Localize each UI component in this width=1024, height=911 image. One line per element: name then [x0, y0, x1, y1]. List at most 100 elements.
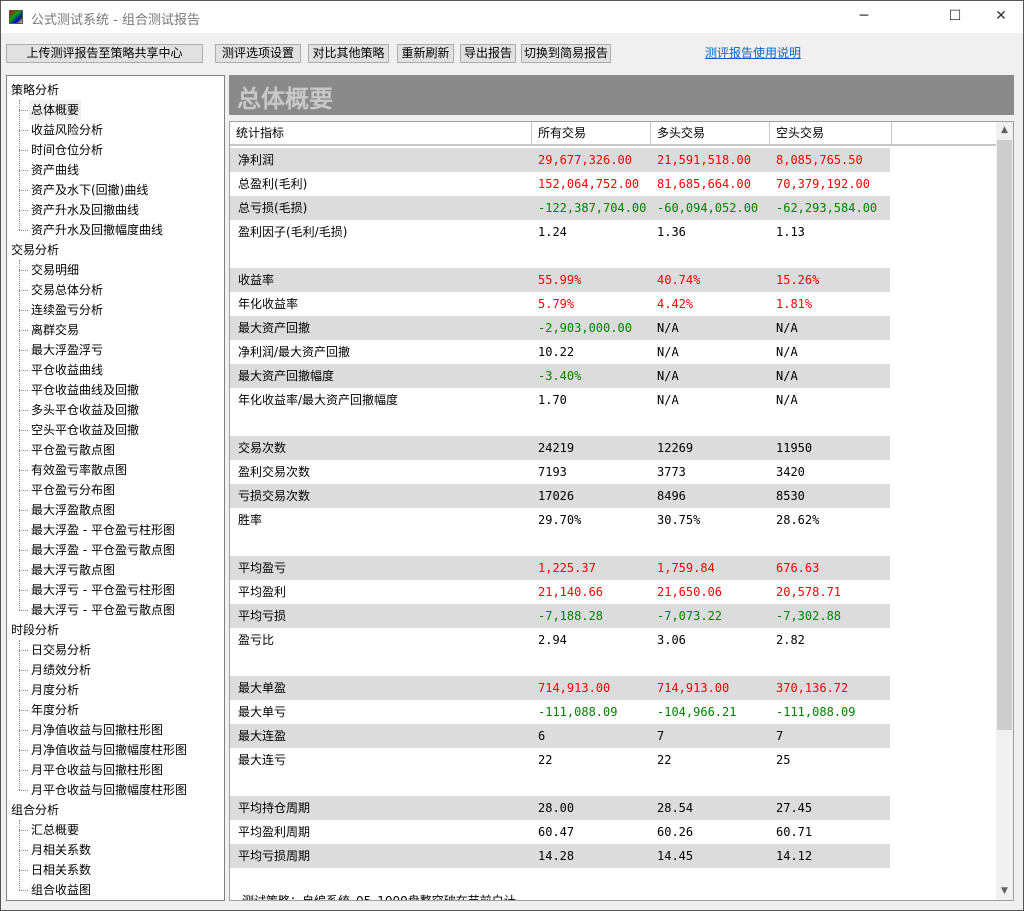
- table-row: 平均盈利 21,140.66 21,650.06 20,578.71: [230, 580, 890, 604]
- row-value: 60.71: [776, 825, 813, 839]
- tree-connector: [19, 450, 28, 451]
- tree-group[interactable]: 组合分析: [11, 800, 59, 820]
- row-value: 17026: [538, 489, 575, 503]
- report-tree[interactable]: 策略分析 总体概要 收益风险分析 时间仓位分析 资产曲线 资产及水下(回撤)曲线 资产升水及…: [6, 75, 225, 901]
- row-value: 25: [776, 753, 791, 767]
- tree-item[interactable]: 日相关系数: [29, 860, 93, 880]
- tree-item[interactable]: 组合收益图: [29, 880, 93, 900]
- tree-group[interactable]: 策略分析: [11, 80, 59, 100]
- tree-item[interactable]: 时间仓位分析: [29, 140, 105, 160]
- row-value: 24219: [538, 441, 575, 455]
- tree-item[interactable]: 资产升水及回撤曲线: [29, 200, 141, 220]
- row-value: -62,293,584.00: [776, 201, 878, 215]
- tree-connector: [19, 330, 28, 331]
- tree-item[interactable]: 交易总体分析: [29, 280, 105, 300]
- tree-item[interactable]: 最大浮亏 - 平仓盈亏柱形图: [29, 580, 177, 600]
- tree-connector: [19, 790, 28, 791]
- tree-item[interactable]: 连续盈亏分析: [29, 300, 105, 320]
- row-label: 收益率: [238, 273, 275, 287]
- tree-item[interactable]: 空头平仓收益及回撤: [29, 420, 141, 440]
- tree-item[interactable]: 最大浮亏 - 平仓盈亏散点图: [29, 600, 177, 620]
- tree-connector: [19, 410, 28, 411]
- tree-item[interactable]: 资产曲线: [29, 160, 81, 180]
- test-options-button[interactable]: 测评选项设置: [215, 44, 301, 63]
- help-link[interactable]: 测评报告使用说明: [705, 44, 801, 61]
- tree-item[interactable]: 月平仓收益与回撤幅度柱形图: [29, 780, 189, 800]
- scroll-down-icon[interactable]: ▼: [996, 883, 1013, 900]
- tree-item[interactable]: 平仓盈亏散点图: [29, 440, 117, 460]
- row-value: 2.94: [538, 633, 567, 647]
- table-row: 最大单盈 714,913.00 714,913.00 370,136.72: [230, 676, 890, 700]
- row-value: 6: [538, 729, 546, 743]
- refresh-button[interactable]: 重新刷新: [397, 44, 454, 63]
- compare-strategy-button[interactable]: 对比其他策略: [308, 44, 389, 63]
- tree-item[interactable]: 最大浮盈散点图: [29, 500, 117, 520]
- row-value: -7,188.28: [538, 609, 604, 623]
- row-value: 14.28: [538, 849, 575, 863]
- tree-item[interactable]: 离群交易: [29, 320, 81, 340]
- table-row: 总亏损(毛损) -122,387,704.00 -60,094,052.00 -62,…: [230, 196, 890, 220]
- tree-item[interactable]: 年度分析: [29, 700, 81, 720]
- tree-item[interactable]: 总体概要: [29, 100, 82, 120]
- row-value: 29,677,326.00: [538, 153, 632, 167]
- maximize-button[interactable]: ☐: [932, 5, 978, 29]
- tree-item[interactable]: 月平仓收益与回撤柱形图: [29, 760, 165, 780]
- tree-item[interactable]: 交易明细: [29, 260, 81, 280]
- tree-item[interactable]: 月绩效分析: [29, 660, 93, 680]
- tree-item[interactable]: 有效盈亏率散点图: [29, 460, 129, 480]
- row-value: 8530: [776, 489, 805, 503]
- tree-item[interactable]: 月度分析: [29, 680, 81, 700]
- tree-connector: [19, 730, 28, 731]
- tree-item[interactable]: 月净值收益与回撤幅度柱形图: [29, 740, 189, 760]
- vertical-scrollbar[interactable]: ▲ ▼: [996, 122, 1013, 900]
- upload-report-button[interactable]: 上传测评报告至策略共享中心: [6, 44, 203, 63]
- scroll-up-icon[interactable]: ▲: [996, 122, 1013, 139]
- tree-item[interactable]: 日交易分析: [29, 640, 93, 660]
- tree-item[interactable]: 多头平仓收益及回撤: [29, 400, 141, 420]
- tree-connector: [19, 110, 28, 111]
- tree-item[interactable]: 月净值收益与回撤柱形图: [29, 720, 165, 740]
- footnote: 测试策略：自编系统_05_1000盘整突破在节前白计: [242, 894, 516, 901]
- tree-connector: [19, 310, 28, 311]
- column-header[interactable]: 统计指标: [230, 122, 532, 144]
- row-value: 29.70%: [538, 513, 582, 527]
- tree-item[interactable]: 平仓收益曲线及回撤: [29, 380, 141, 400]
- tree-item[interactable]: 收益风险分析: [29, 120, 105, 140]
- tree-group[interactable]: 交易分析: [11, 240, 59, 260]
- tree-connector: [19, 850, 28, 851]
- tree-item[interactable]: 月相关系数: [29, 840, 93, 860]
- tree-connector: [19, 490, 28, 491]
- row-value: 28.62%: [776, 513, 820, 527]
- export-report-button[interactable]: 导出报告: [460, 44, 516, 63]
- tree-item[interactable]: 最大浮盈 - 平仓盈亏散点图: [29, 540, 177, 560]
- tree-group[interactable]: 时段分析: [11, 620, 59, 640]
- tree-item[interactable]: 资产及水下(回撤)曲线: [29, 180, 150, 200]
- tree-connector: [19, 210, 28, 211]
- tree-item[interactable]: 资产升水及回撤幅度曲线: [29, 220, 165, 240]
- tree-item[interactable]: 平仓盈亏分布图: [29, 480, 117, 500]
- row-value: -3.40%: [538, 369, 582, 383]
- column-header[interactable]: 多头交易: [651, 122, 770, 144]
- tree-connector: [19, 650, 28, 651]
- close-button[interactable]: ✕: [978, 5, 1024, 29]
- row-label: 盈亏比: [238, 633, 275, 647]
- table-row: 最大连亏 22 22 25: [230, 748, 890, 772]
- row-label: 交易次数: [238, 441, 287, 455]
- tree-connector: [19, 130, 28, 131]
- column-header[interactable]: 所有交易: [532, 122, 651, 144]
- row-value: 14.45: [657, 849, 694, 863]
- tree-connector: [19, 640, 20, 790]
- tree-item[interactable]: 最大浮盈浮亏: [29, 340, 105, 360]
- row-value: 714,913.00: [538, 681, 611, 695]
- scroll-thumb[interactable]: [997, 140, 1012, 730]
- tree-item[interactable]: 平仓收益曲线: [29, 360, 105, 380]
- tree-item[interactable]: 最大浮盈 - 平仓盈亏柱形图: [29, 520, 177, 540]
- switch-simple-report-button[interactable]: 切换到简易报告: [521, 44, 611, 63]
- tree-item[interactable]: 汇总概要: [29, 820, 81, 840]
- column-header[interactable]: 空头交易: [770, 122, 892, 144]
- table-row: 年化收益率 5.79% 4.42% 1.81%: [230, 292, 890, 316]
- tree-connector: [19, 710, 28, 711]
- table-row: 盈利交易次数 7193 3773 3420: [230, 460, 890, 484]
- tree-item[interactable]: 最大浮亏散点图: [29, 560, 117, 580]
- minimize-button[interactable]: ─: [841, 5, 887, 29]
